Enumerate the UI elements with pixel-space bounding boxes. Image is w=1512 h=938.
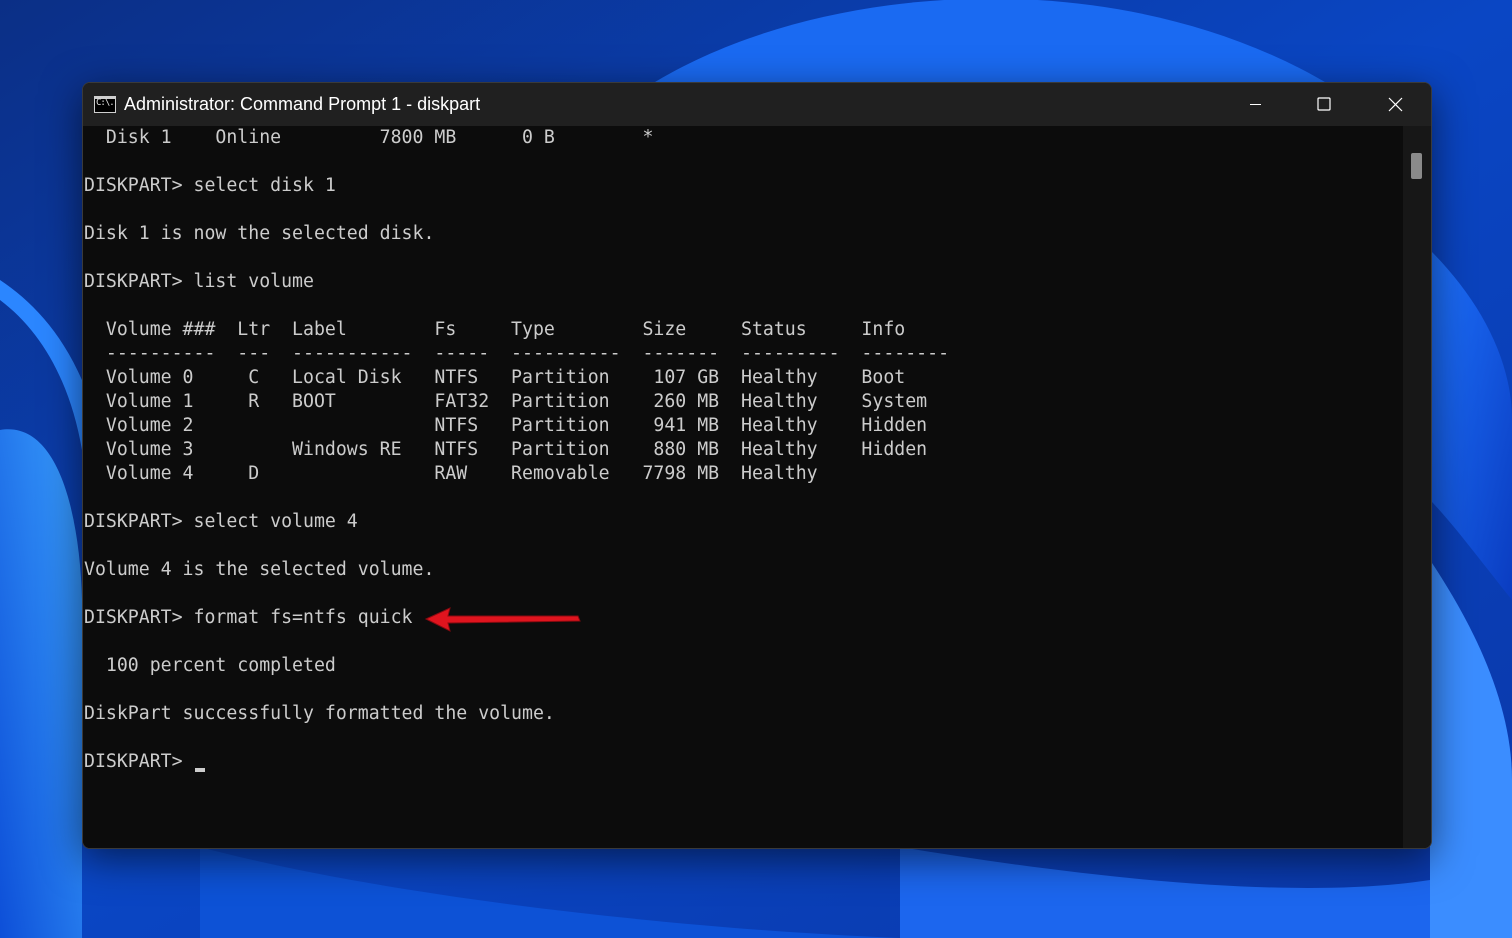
- close-button[interactable]: [1360, 83, 1428, 126]
- minimize-button[interactable]: [1221, 83, 1289, 126]
- success-message: DiskPart successfully formatted the volu…: [84, 703, 555, 724]
- maximize-icon: [1317, 97, 1331, 111]
- command-prompt-window: C:\. Administrator: Command Prompt 1 - d…: [82, 82, 1432, 849]
- title-bar[interactable]: C:\. Administrator: Command Prompt 1 - d…: [83, 83, 1431, 126]
- format-command-line: DISKPART> format fs=ntfs quick: [84, 607, 413, 628]
- scrollbar-thumb[interactable]: [1411, 153, 1422, 179]
- volume-table-row: Volume 3 Windows RE NTFS Partition 880 M…: [84, 439, 928, 460]
- maximize-button[interactable]: [1290, 83, 1358, 126]
- console-line: Volume 4 is the selected volume.: [84, 559, 435, 580]
- console-line: Disk 1 Online 7800 MB 0 B *: [84, 127, 654, 148]
- command-prompt-line[interactable]: DISKPART>: [84, 750, 194, 774]
- console-line: DISKPART> select volume 4: [84, 511, 358, 532]
- volume-table-row: Volume 0 C Local Disk NTFS Partition 107…: [84, 367, 906, 388]
- console-line: DISKPART> select disk 1: [84, 175, 336, 196]
- volume-table-divider: ---------- --- ----------- ----- -------…: [84, 343, 950, 364]
- console-line: Disk 1 is now the selected disk.: [84, 223, 435, 244]
- minimize-icon: [1250, 104, 1261, 105]
- vertical-scrollbar[interactable]: [1403, 126, 1431, 848]
- volume-table-header: Volume ### Ltr Label Fs Type Size Status…: [84, 319, 906, 340]
- volume-table-row: Volume 2 NTFS Partition 941 MB Healthy H…: [84, 415, 928, 436]
- command-prompt-icon: C:\.: [94, 96, 116, 113]
- red-arrow-annotation-icon: [424, 607, 581, 632]
- volume-table-row: Volume 4 D RAW Removable 7798 MB Healthy: [84, 463, 818, 484]
- console-line: DISKPART> list volume: [84, 271, 314, 292]
- console-output[interactable]: Disk 1 Online 7800 MB 0 B * DISKPART> se…: [83, 126, 1403, 848]
- window-title: Administrator: Command Prompt 1 - diskpa…: [124, 94, 481, 114]
- app-icon-text: C:\.: [96, 98, 115, 108]
- text-cursor: [195, 768, 205, 772]
- progress-line: 100 percent completed: [84, 655, 336, 676]
- volume-table-row: Volume 1 R BOOT FAT32 Partition 260 MB H…: [84, 391, 928, 412]
- close-icon: [1388, 97, 1403, 112]
